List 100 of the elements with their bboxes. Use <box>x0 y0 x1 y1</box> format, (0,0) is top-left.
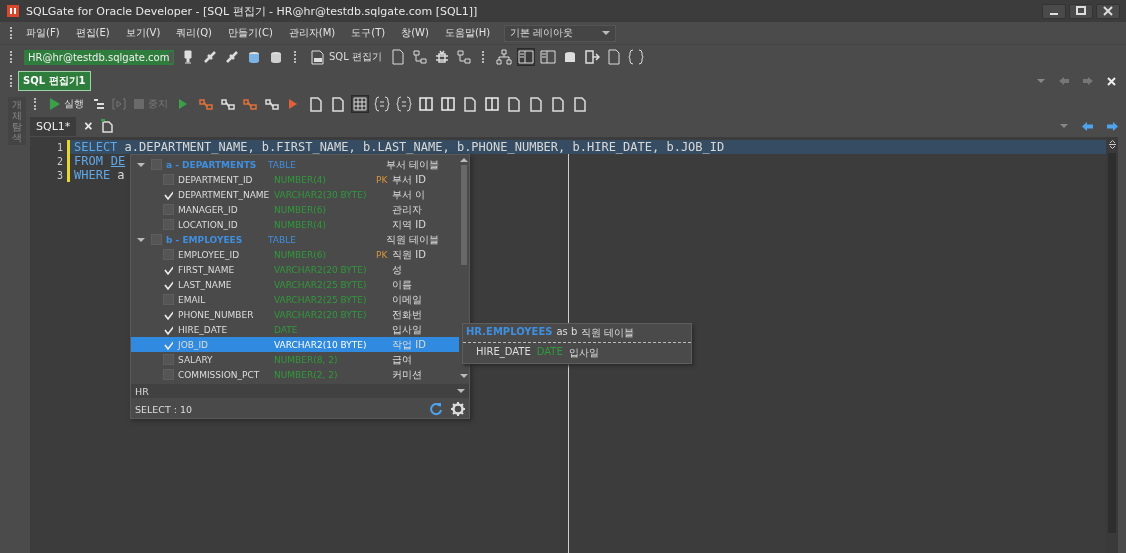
connection-dropdown[interactable]: HR@hr@testdb.sqlgate.com <box>24 49 174 65</box>
grid-icon[interactable] <box>352 96 368 112</box>
column-name[interactable]: LAST_NAME <box>178 279 274 290</box>
sql-editor-button[interactable]: SQL 편집기 <box>308 49 384 65</box>
column-type: NUMBER(6) <box>274 249 327 260</box>
settings-icon[interactable] <box>451 402 465 416</box>
bug-icon[interactable] <box>433 49 450 65</box>
menu-item[interactable]: 도움말(H) <box>436 26 499 40</box>
menu-item[interactable]: 보기(V) <box>117 26 169 40</box>
scroll-up-icon[interactable] <box>460 158 468 163</box>
column-type: NUMBER(2, 2) <box>274 369 339 380</box>
menu-item[interactable]: 창(W) <box>393 26 437 40</box>
editor-tab[interactable]: SQL1* <box>30 116 77 136</box>
document-tab[interactable]: SQL 편집기1 <box>18 71 91 91</box>
run-button[interactable]: 실행 <box>48 97 86 111</box>
column-name[interactable]: EMAIL <box>178 294 274 305</box>
tooltip-column-comment: 입사일 <box>568 346 599 360</box>
primary-key-label: PK <box>376 249 388 260</box>
diagram-icon[interactable] <box>455 49 472 65</box>
tab-close-button[interactable]: × <box>82 118 95 134</box>
layout-dropdown[interactable]: 기본 레이아웃 <box>504 24 617 42</box>
menu-item[interactable]: 쿼리(Q) <box>168 26 221 40</box>
document-icon[interactable] <box>389 49 406 65</box>
code-line: FROM DE <box>74 154 126 168</box>
caret-icon[interactable] <box>1037 78 1045 84</box>
close-button[interactable] <box>1096 3 1120 19</box>
caret-icon <box>457 388 465 394</box>
column-name[interactable]: DEPARTMENT_NAME <box>178 189 274 200</box>
panel-icon[interactable] <box>517 49 534 65</box>
panel-icon[interactable] <box>539 49 556 65</box>
close-icon[interactable] <box>1107 76 1116 86</box>
column-name[interactable]: COMMISSION_PCT <box>178 369 274 380</box>
table-comment: 부서 테이블 <box>386 157 441 172</box>
column-comment: 관리자 <box>392 202 423 217</box>
document-icon[interactable] <box>572 96 588 112</box>
column-name[interactable]: LOCATION_ID <box>178 219 274 230</box>
table-comment: 직원 테이블 <box>386 232 441 247</box>
list-icon[interactable] <box>92 97 106 111</box>
brace-icon[interactable] <box>396 96 412 112</box>
column-comment: 지역 ID <box>392 217 427 232</box>
column-type: VARCHAR2(20 BYTE) <box>274 309 368 320</box>
column-type: VARCHAR2(20 BYTE) <box>274 264 368 275</box>
menu-item[interactable]: 편집(E) <box>67 26 118 40</box>
column-name[interactable]: PHONE_NUMBER <box>178 309 274 320</box>
column-type: VARCHAR2(30 BYTE) <box>274 189 368 200</box>
column-name[interactable]: DEPARTMENT_ID <box>178 174 274 185</box>
plug-icon[interactable] <box>202 49 218 65</box>
exit-icon[interactable] <box>583 49 600 65</box>
column-name[interactable]: SALARY <box>178 354 274 365</box>
menu-item[interactable]: 파일(F) <box>18 26 68 40</box>
column-name[interactable]: HIRE_DATE <box>178 324 274 335</box>
schema-dropdown[interactable]: HR <box>131 384 469 398</box>
database-icon[interactable] <box>246 49 262 65</box>
column-comment: 성 <box>392 262 403 277</box>
brace-icon[interactable] <box>627 49 644 65</box>
panel-icon[interactable] <box>440 96 456 112</box>
refresh-icon[interactable] <box>429 402 443 416</box>
column-comment: 부서 이 <box>392 187 427 202</box>
document-icon[interactable] <box>308 96 324 112</box>
column-comment: 커미션 <box>392 367 423 382</box>
split-icon[interactable] <box>1107 140 1117 149</box>
document-icon[interactable] <box>550 96 566 112</box>
line-number: 2 <box>56 155 63 167</box>
minimize-button[interactable] <box>1042 3 1066 19</box>
panel-icon[interactable] <box>418 96 434 112</box>
menu-item[interactable]: 만들기(C) <box>220 26 281 40</box>
brace-icon[interactable] <box>374 96 390 112</box>
status-text: SELECT : 10 <box>135 403 193 415</box>
table-name: a - DEPARTMENTS <box>166 159 258 170</box>
diagram-icon[interactable] <box>411 49 428 65</box>
document-icon[interactable] <box>528 96 544 112</box>
left-arrow-icon[interactable] <box>1082 121 1093 131</box>
database-icon[interactable] <box>268 49 284 65</box>
panel-icon[interactable] <box>484 96 500 112</box>
document-icon[interactable] <box>462 96 478 112</box>
scroll-down-icon[interactable] <box>460 374 468 379</box>
caret-icon <box>602 30 611 36</box>
nodes-icon[interactable] <box>220 96 236 112</box>
column-name[interactable]: FIRST_NAME <box>178 264 274 275</box>
diagram-icon[interactable] <box>495 49 512 65</box>
expand-caret-icon[interactable] <box>137 160 145 169</box>
column-name[interactable]: MANAGER_ID <box>178 204 274 215</box>
column-comment: 부서 ID <box>392 172 427 187</box>
plug-icon[interactable] <box>224 49 240 65</box>
column-type: VARCHAR2(25 BYTE) <box>274 279 368 290</box>
new-document-icon[interactable] <box>100 119 115 133</box>
menu-item[interactable]: 도구(T) <box>343 26 394 40</box>
menu-item[interactable]: 관리자(M) <box>280 26 344 40</box>
right-arrow-icon[interactable] <box>1107 121 1118 131</box>
document-icon[interactable] <box>605 49 622 65</box>
nodes-icon[interactable] <box>242 96 258 112</box>
document-icon[interactable] <box>506 96 522 112</box>
maximize-button[interactable] <box>1069 3 1093 19</box>
nodes-icon[interactable] <box>198 96 214 112</box>
document-icon[interactable] <box>330 96 346 112</box>
close-icon <box>1103 6 1113 16</box>
column-name[interactable]: EMPLOYEE_ID <box>178 249 274 260</box>
expand-caret-icon[interactable] <box>137 235 145 244</box>
caret-icon[interactable] <box>1060 123 1068 129</box>
nodes-icon[interactable] <box>264 96 280 112</box>
